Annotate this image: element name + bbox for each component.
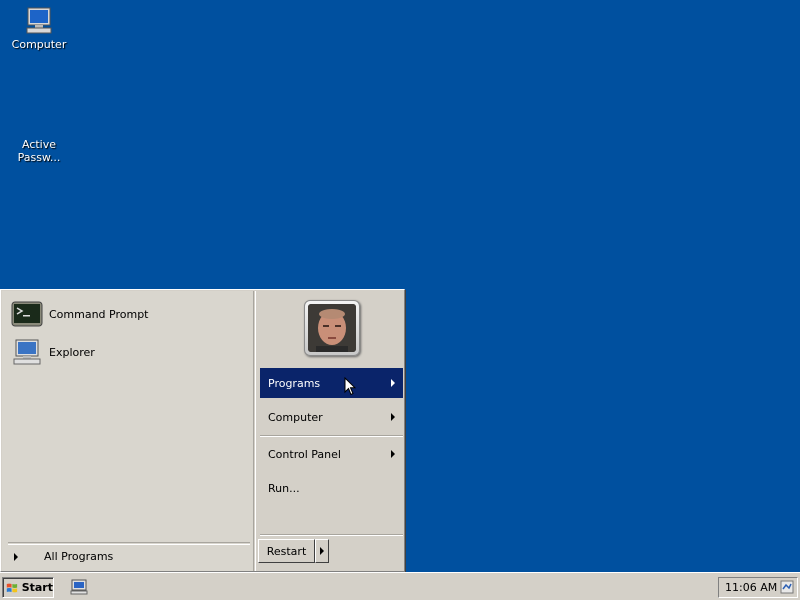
start-label: Start xyxy=(21,581,53,594)
all-programs-label: All Programs xyxy=(44,550,114,563)
restart-controls: Restart xyxy=(258,539,329,563)
menu-item-control-panel[interactable]: Control Panel xyxy=(260,439,403,469)
pinned-item-label: Command Prompt xyxy=(49,307,149,321)
restart-button[interactable]: Restart xyxy=(258,539,315,563)
menu-item-programs[interactable]: Programs xyxy=(260,368,403,398)
restart-label: Restart xyxy=(266,544,307,558)
quick-launch-computer-icon[interactable] xyxy=(70,579,88,595)
desktop-icon-label: Active Passw... xyxy=(17,138,61,164)
user-avatar-icon xyxy=(308,304,356,352)
user-picture[interactable] xyxy=(304,300,360,356)
start-menu: Command Prompt Explorer All Programs Pro… xyxy=(0,289,405,572)
pinned-item-explorer[interactable]: Explorer xyxy=(11,337,247,367)
start-button[interactable]: Start xyxy=(2,577,54,598)
tray-status-icon[interactable] xyxy=(780,580,794,594)
menu-separator xyxy=(260,435,403,437)
computer-icon xyxy=(26,7,52,34)
explorer-icon xyxy=(13,339,41,365)
desktop-icon-label: Computer xyxy=(11,38,67,51)
system-tray: 11:06 AM xyxy=(718,577,798,598)
chevron-right-icon xyxy=(391,379,395,387)
chevron-right-icon xyxy=(14,552,18,561)
mouse-cursor-icon xyxy=(344,377,356,396)
all-programs-button[interactable]: All Programs xyxy=(8,542,250,570)
start-menu-left-pane: Command Prompt Explorer All Programs xyxy=(2,291,254,571)
chevron-right-icon xyxy=(391,450,395,458)
menu-separator xyxy=(260,534,403,536)
pinned-item-label: Explorer xyxy=(49,345,95,359)
restart-options-button[interactable] xyxy=(315,539,329,563)
menu-item-computer[interactable]: Computer xyxy=(260,402,403,432)
taskbar: Start 11:06 AM xyxy=(0,572,800,600)
clock[interactable]: 11:06 AM xyxy=(725,581,777,594)
menu-item-run[interactable]: Run... xyxy=(260,473,403,503)
pinned-item-command-prompt[interactable]: Command Prompt xyxy=(11,299,247,329)
command-prompt-icon xyxy=(11,301,43,327)
windows-logo-icon xyxy=(6,583,18,592)
menu-item-label: Control Panel xyxy=(268,447,341,461)
menu-item-label: Programs xyxy=(268,376,321,390)
menu-item-label: Computer xyxy=(268,410,323,424)
chevron-right-icon xyxy=(391,413,395,421)
desktop-icon-active-password[interactable]: Active Passw... xyxy=(1,138,77,164)
start-menu-right-pane: Programs Computer Control Panel Run... R… xyxy=(255,291,404,571)
chevron-right-icon xyxy=(320,547,324,555)
desktop-icon-computer[interactable]: Computer xyxy=(1,6,77,51)
menu-item-label: Run... xyxy=(268,481,300,495)
